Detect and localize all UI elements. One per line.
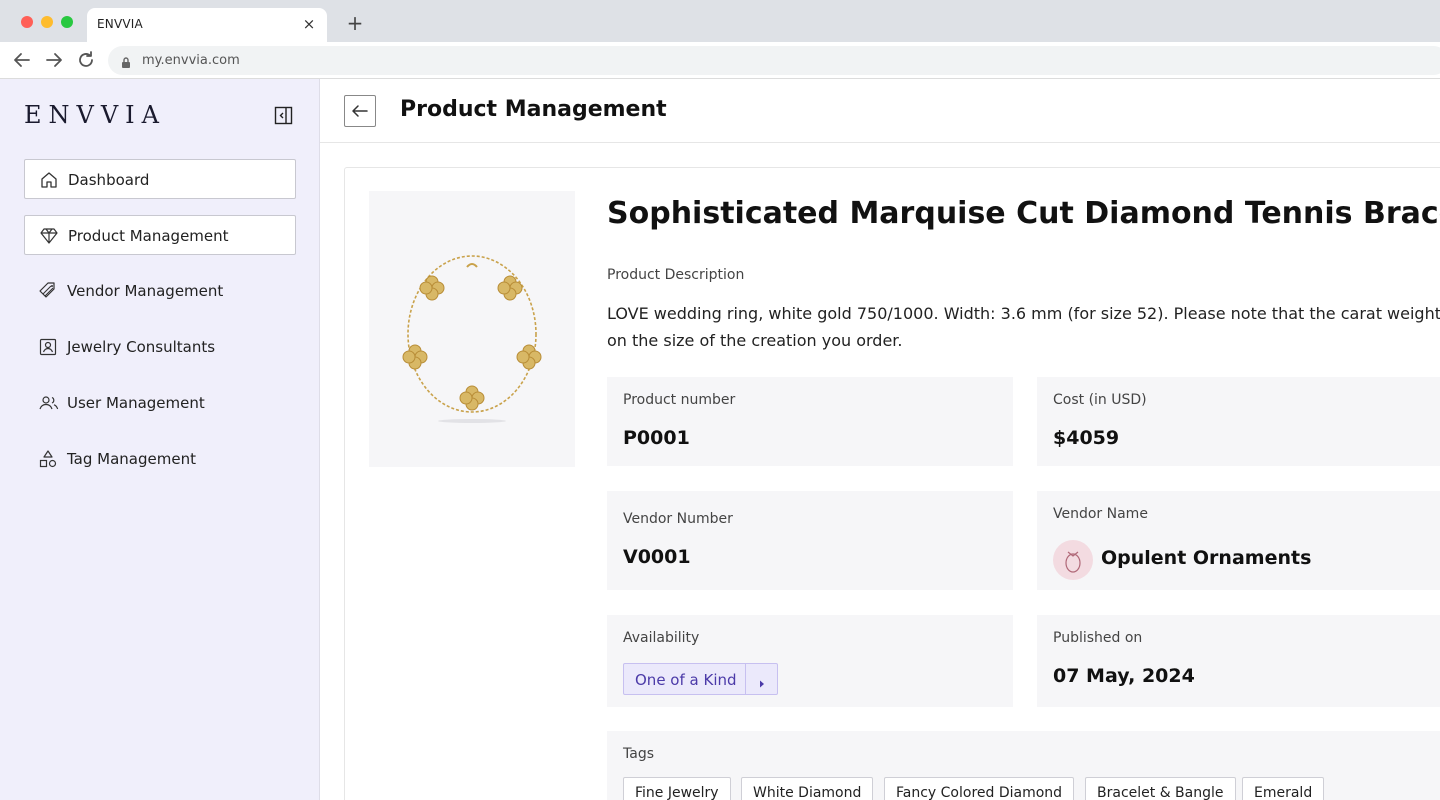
main-content: Product Management Sophisticated Marquis… — [320, 79, 1440, 800]
sidebar-item-label: Product Management — [68, 227, 229, 245]
product-title: Sophisticated Marquise Cut Diamond Tenni… — [607, 196, 1440, 231]
product-number-value: P0001 — [623, 427, 690, 449]
availability-value: One of a Kind — [635, 671, 737, 689]
product-description: LOVE wedding ring, white gold 750/1000. … — [607, 300, 1440, 354]
arrow-left-icon — [352, 105, 368, 117]
tags-box: Tags Fine Jewelry White Diamond Fancy Co… — [607, 731, 1440, 800]
home-icon — [39, 170, 59, 190]
url-text[interactable]: my.envvia.com — [142, 53, 240, 68]
vendor-name-label: Vendor Name — [1053, 506, 1148, 522]
browser-reload-icon[interactable] — [74, 48, 98, 72]
tab-title: ENVVIA — [97, 17, 143, 31]
availability-box: Availability One of a Kind — [607, 615, 1013, 707]
diamond-icon — [39, 226, 59, 246]
pill-divider — [745, 664, 746, 694]
vendor-tag-icon — [38, 281, 58, 301]
sidebar-item-label: Jewelry Consultants — [67, 338, 216, 356]
users-icon — [38, 393, 59, 413]
sidebar-collapse-icon[interactable] — [274, 106, 293, 125]
browser-back-icon[interactable] — [10, 48, 34, 72]
sidebar-item-label: User Management — [67, 394, 205, 412]
product-number-label: Product number — [623, 392, 736, 408]
tag-chip[interactable]: Fine Jewelry — [623, 777, 731, 800]
published-label: Published on — [1053, 630, 1143, 646]
browser-tab-bar: ENVVIA × + — [0, 0, 1440, 42]
tag-chip[interactable]: Fancy Colored Diamond — [884, 777, 1075, 800]
product-number-box: Product number P0001 — [607, 377, 1013, 466]
sidebar-item-vendor-management[interactable]: Vendor Management — [24, 271, 296, 311]
cost-label: Cost (in USD) — [1053, 392, 1147, 408]
consultant-badge-icon — [38, 337, 58, 357]
vendor-avatar[interactable] — [1053, 540, 1093, 580]
vendor-name-box: Vendor Name Opulent Ornaments — [1037, 491, 1440, 590]
browser-forward-icon[interactable] — [42, 48, 66, 72]
browser-tab[interactable]: ENVVIA × — [87, 8, 327, 42]
sidebar-item-user-management[interactable]: User Management — [24, 383, 296, 423]
sidebar-item-label: Dashboard — [68, 171, 150, 189]
description-line: LOVE wedding ring, white gold 750/1000. … — [607, 304, 1440, 323]
lock-icon — [120, 54, 132, 68]
back-button[interactable] — [344, 95, 376, 127]
window-minimize-button[interactable] — [41, 16, 53, 28]
sidebar-item-dashboard[interactable]: Dashboard — [24, 159, 296, 199]
browser-nav-bar: my.envvia.com — [0, 42, 1440, 79]
availability-selector[interactable]: One of a Kind — [623, 663, 778, 695]
page-title: Product Management — [400, 97, 667, 122]
cost-box: Cost (in USD) $4059 — [1037, 377, 1440, 466]
cost-value: $4059 — [1053, 427, 1120, 449]
sidebar-item-tag-management[interactable]: Tag Management — [24, 439, 296, 479]
window-maximize-button[interactable] — [61, 16, 73, 28]
vendor-number-box: Vendor Number V0001 — [607, 491, 1013, 590]
sidebar-item-label: Tag Management — [67, 450, 196, 468]
address-bar[interactable]: my.envvia.com — [108, 46, 1440, 75]
product-detail-card: Sophisticated Marquise Cut Diamond Tenni… — [344, 167, 1440, 800]
shapes-icon — [38, 449, 58, 469]
sidebar-item-jewelry-consultants[interactable]: Jewelry Consultants — [24, 327, 296, 367]
product-image[interactable] — [369, 191, 575, 467]
availability-label: Availability — [623, 630, 700, 646]
tag-chip[interactable]: Bracelet & Bangle — [1085, 777, 1236, 800]
new-tab-button[interactable]: + — [344, 12, 366, 34]
bracelet-image — [402, 255, 542, 423]
page-header: Product Management — [320, 79, 1440, 143]
window-close-button[interactable] — [21, 16, 33, 28]
published-value: 07 May, 2024 — [1053, 665, 1195, 687]
tab-close-icon[interactable]: × — [299, 14, 319, 34]
sidebar: ENVVIA Dashboard Product Management Vend… — [0, 79, 320, 800]
description-line: on the size of the creation you order. — [607, 331, 903, 350]
vendor-name-value[interactable]: Opulent Ornaments — [1101, 547, 1311, 569]
description-label: Product Description — [607, 267, 745, 283]
vendor-number-value: V0001 — [623, 546, 691, 568]
vendor-number-label: Vendor Number — [623, 511, 733, 527]
sidebar-item-label: Vendor Management — [67, 282, 224, 300]
tags-label: Tags — [623, 746, 654, 762]
published-box: Published on 07 May, 2024 — [1037, 615, 1440, 707]
sidebar-item-product-management[interactable]: Product Management — [24, 215, 296, 255]
tag-chip[interactable]: White Diamond — [741, 777, 874, 800]
caret-right-icon[interactable] — [757, 674, 767, 688]
tag-chip[interactable]: Emerald — [1242, 777, 1325, 800]
brand-logo[interactable]: ENVVIA — [24, 101, 166, 129]
